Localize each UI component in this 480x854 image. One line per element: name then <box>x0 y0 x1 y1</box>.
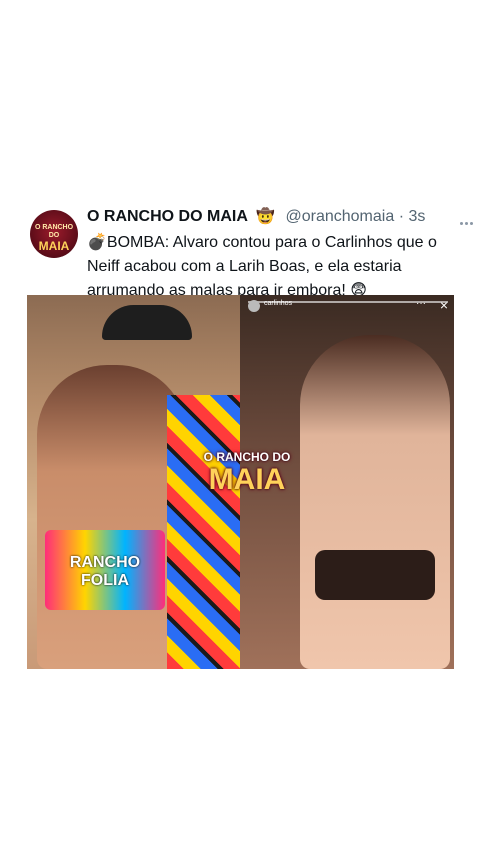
colorful-shirt <box>167 395 240 669</box>
bikini-top <box>315 550 435 600</box>
rancho-folia-text: RANCHO FOLIA <box>69 554 141 589</box>
more-horizontal-icon[interactable] <box>460 212 478 225</box>
black-cap <box>102 305 192 340</box>
handle[interactable]: @oranchomaia <box>285 208 394 225</box>
tweet-media[interactable]: RANCHO FOLIA carlinhos ··· × O RANCHO DO… <box>27 295 454 669</box>
bomb-icon: 💣 <box>87 234 107 251</box>
story-avatar <box>248 300 260 312</box>
watermark-big: MAIA <box>208 463 286 496</box>
woman-figure <box>37 365 187 669</box>
avatar-logo-big: MAIA <box>38 239 70 253</box>
watermark-logo: O RANCHO DO MAIA <box>177 450 317 496</box>
separator: · <box>398 208 405 225</box>
avatar-logo: O RANCHO DO MAIA <box>30 224 78 252</box>
woman-figure-right <box>300 335 450 669</box>
tweet-text-body: BOMBA: Alvaro contou para o Carlinhos qu… <box>87 234 437 299</box>
tweet-header: O RANCHO DO MAIA 🤠 @oranchomaia · 3s <box>87 207 468 229</box>
close-icon[interactable]: × <box>440 297 448 313</box>
story-username: carlinhos <box>264 300 293 307</box>
avatar[interactable]: O RANCHO DO MAIA <box>30 210 78 258</box>
watermark-top: O RANCHO DO <box>203 450 291 464</box>
timestamp[interactable]: 3s <box>408 208 425 225</box>
display-name[interactable]: O RANCHO DO MAIA <box>87 208 248 225</box>
story-menu-icon[interactable]: ··· <box>416 298 426 309</box>
cowboy-hat-icon: 🤠 <box>256 208 276 225</box>
avatar-logo-top: O RANCHO DO <box>34 224 74 239</box>
colorful-top: RANCHO FOLIA <box>45 530 165 610</box>
tweet-text: 💣BOMBA: Alvaro contou para o Carlinhos q… <box>87 231 457 303</box>
